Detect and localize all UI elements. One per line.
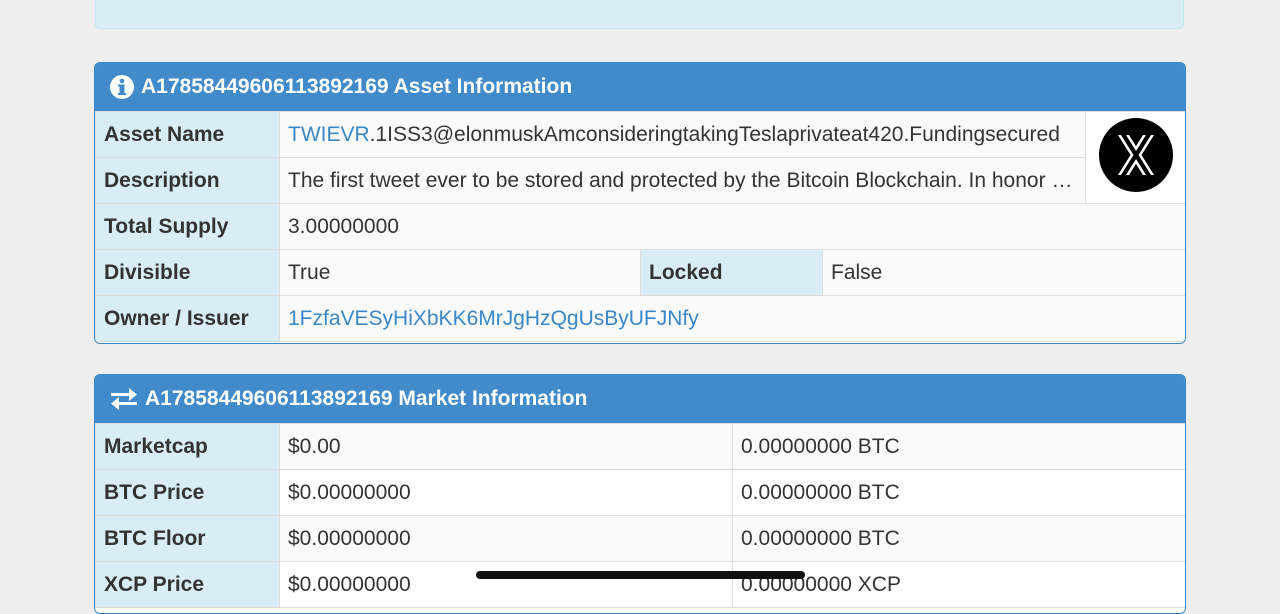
asset-info-panel: A17858449606113892169 Asset Information …: [94, 62, 1186, 344]
market-row: BTC Price $0.00000000 0.00000000 BTC: [95, 469, 1185, 516]
owner-issuer-label: Owner / Issuer: [95, 295, 280, 342]
asset-long-name: .1ISS3@elonmuskAmconsideringtakingTeslap…: [369, 122, 1060, 146]
btc-price-label: BTC Price: [95, 469, 280, 516]
asset-info-heading: A17858449606113892169 Asset Information: [95, 63, 1185, 111]
market-row: XCP Price $0.00000000 0.00000000 XCP: [95, 561, 1185, 608]
total-supply-label: Total Supply: [95, 203, 280, 250]
marketcap-btc: 0.00000000 BTC: [732, 423, 1185, 470]
exchange-arrows-icon: [109, 387, 139, 411]
asset-info-table: Asset Name TWIEVR.1ISS3@elonmuskAmconsid…: [95, 111, 1185, 342]
total-supply-value: 3.00000000: [278, 203, 1185, 250]
home-indicator[interactable]: [476, 571, 805, 579]
xcp-price-label: XCP Price: [95, 561, 280, 608]
market-info-heading: A17858449606113892169 Market Information: [95, 375, 1185, 423]
market-row: Marketcap $0.00 0.00000000 BTC: [95, 423, 1185, 470]
asset-name-value: TWIEVR.1ISS3@elonmuskAmconsideringtaking…: [278, 111, 1087, 158]
description-label: Description: [95, 157, 280, 204]
xcp-price-xcp: 0.00000000 XCP: [732, 561, 1185, 608]
info-icon: [109, 74, 135, 100]
btc-price-btc: 0.00000000 BTC: [732, 469, 1185, 516]
owner-issuer-link[interactable]: 1FzfaVESyHiXbKK6MrJgHzQgUsByUFJNfy: [288, 307, 699, 330]
market-info-title: A17858449606113892169 Market Information: [145, 387, 588, 410]
locked-value: False: [821, 249, 1185, 296]
market-row: BTC Floor $0.00000000 0.00000000 BTC: [95, 515, 1185, 562]
top-alert-box: [95, 0, 1184, 29]
market-info-table: Marketcap $0.00 0.00000000 BTC BTC Price…: [95, 423, 1185, 608]
btc-floor-label: BTC Floor: [95, 515, 280, 562]
marketcap-label: Marketcap: [95, 423, 280, 470]
btc-floor-btc: 0.00000000 BTC: [732, 515, 1185, 562]
locked-label: Locked: [640, 249, 823, 296]
asset-name-label: Asset Name: [95, 111, 280, 158]
marketcap-usd: $0.00: [279, 423, 733, 470]
xcp-price-usd: $0.00000000: [279, 561, 733, 608]
btc-price-usd: $0.00000000: [279, 469, 733, 516]
divisible-label: Divisible: [95, 249, 280, 296]
asset-image-cell: [1085, 111, 1185, 204]
asset-short-name-link[interactable]: TWIEVR: [288, 123, 370, 146]
description-value: The first tweet ever to be stored and pr…: [278, 157, 1087, 204]
x-logo-icon: [1098, 117, 1173, 198]
owner-issuer-value: 1FzfaVESyHiXbKK6MrJgHzQgUsByUFJNfy: [278, 295, 1185, 342]
asset-info-title: A17858449606113892169 Asset Information: [141, 75, 573, 98]
divisible-value: True: [279, 249, 641, 296]
btc-floor-usd: $0.00000000: [279, 515, 733, 562]
